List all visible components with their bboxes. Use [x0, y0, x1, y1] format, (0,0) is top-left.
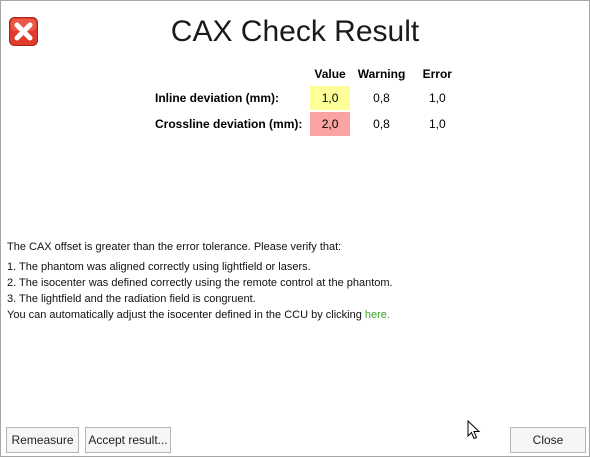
row-label: Crossline deviation (mm):: [155, 117, 303, 131]
mouse-pointer-icon: [467, 420, 481, 440]
value-cell: 1,0: [310, 86, 351, 110]
value-cell: 2,0: [310, 112, 351, 136]
results-table: Value Warning Error Inline deviation (mm…: [151, 63, 463, 137]
warning-cell: 0,8: [373, 91, 390, 105]
header-warning: Warning: [357, 67, 406, 81]
checklist-item: 3. The lightfield and the radiation fiel…: [7, 293, 256, 305]
error-cell: 1,0: [428, 91, 446, 105]
adjust-text: You can automatically adjust the isocent…: [7, 309, 365, 321]
message-intro: The CAX offset is greater than the error…: [7, 241, 342, 253]
header-value: Value: [314, 67, 346, 81]
adjust-isocenter-link[interactable]: here.: [365, 309, 390, 321]
dialog-window: CAX Check Result Value Warning Error Inl…: [0, 0, 590, 457]
inline-deviation-row: Inline deviation (mm): 1,0 0,8 1,0: [151, 85, 463, 111]
message-text: The CAX offset is greater than the error…: [7, 239, 577, 323]
dialog-title: CAX Check Result: [170, 15, 420, 48]
row-label: Inline deviation (mm):: [155, 91, 280, 105]
header-empty: [151, 63, 308, 85]
error-cell: 1,0: [428, 117, 446, 131]
adjust-line: You can automatically adjust the isocent…: [7, 307, 577, 323]
warning-cell: 0,8: [373, 117, 390, 131]
checklist-item: 2. The isocenter was defined correctly u…: [7, 277, 393, 289]
close-button[interactable]: Close: [510, 427, 586, 453]
remeasure-button[interactable]: Remeasure: [6, 427, 79, 453]
accept-result-button[interactable]: Accept result...: [85, 427, 171, 453]
header-error: Error: [422, 67, 452, 81]
results-header-row: Value Warning Error: [151, 63, 463, 85]
checklist-item: 1. The phantom was aligned correctly usi…: [7, 261, 311, 273]
crossline-deviation-row: Crossline deviation (mm): 2,0 0,8 1,0: [151, 111, 463, 137]
